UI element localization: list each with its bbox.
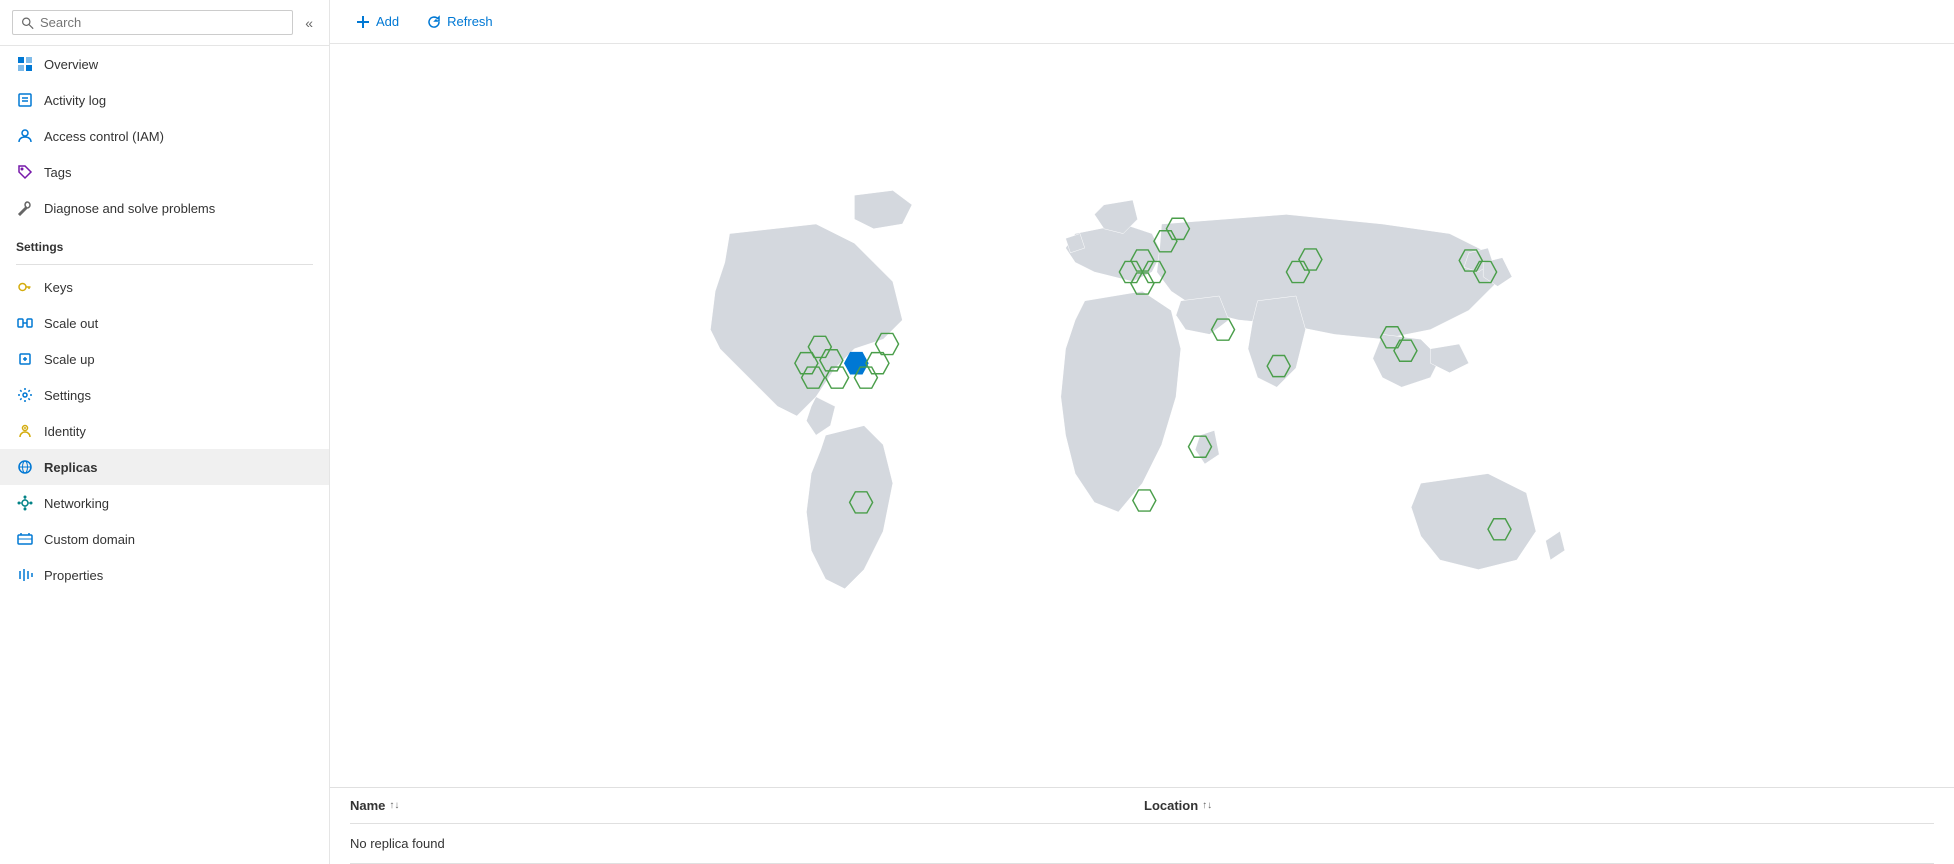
toolbar: Add Refresh (330, 0, 1954, 44)
networking-icon (16, 494, 34, 512)
col-name-label: Name (350, 798, 385, 813)
log-icon (16, 91, 34, 109)
properties-icon (16, 566, 34, 584)
sidebar-item-label: Keys (44, 280, 73, 295)
sidebar-item-tags[interactable]: Tags (0, 154, 329, 190)
map-svg (371, 176, 1914, 656)
sidebar-item-label: Settings (44, 388, 91, 403)
sidebar-item-access-control[interactable]: Access control (IAM) (0, 118, 329, 154)
search-box[interactable] (12, 10, 293, 35)
sidebar-item-label: Activity log (44, 93, 106, 108)
sidebar-item-label: Custom domain (44, 532, 135, 547)
sidebar-item-replicas[interactable]: Replicas (0, 449, 329, 485)
sidebar-item-label: Networking (44, 496, 109, 511)
sidebar-item-label: Replicas (44, 460, 97, 475)
sidebar-item-settings[interactable]: Settings (0, 377, 329, 413)
sidebar: « Overview Activity log Access control (… (0, 0, 330, 864)
name-sort-arrows: ↑↓ (389, 800, 399, 811)
iam-icon (16, 127, 34, 145)
refresh-label: Refresh (447, 14, 493, 29)
tag-icon (16, 163, 34, 181)
collapse-button[interactable]: « (301, 11, 317, 35)
sidebar-item-label: Identity (44, 424, 86, 439)
scaleout-icon (16, 314, 34, 332)
main-content: Add Refresh (330, 0, 1954, 864)
sidebar-item-label: Overview (44, 57, 98, 72)
sidebar-item-label: Properties (44, 568, 103, 583)
refresh-button[interactable]: Refresh (421, 10, 499, 33)
column-location[interactable]: Location ↑↓ (1144, 798, 1934, 813)
sidebar-item-scale-up[interactable]: Scale up (0, 341, 329, 377)
identity-icon (16, 422, 34, 440)
replicas-icon (16, 458, 34, 476)
sidebar-item-label: Scale out (44, 316, 98, 331)
sidebar-item-label: Diagnose and solve problems (44, 201, 215, 216)
sidebar-item-activity-log[interactable]: Activity log (0, 82, 329, 118)
key-icon (16, 278, 34, 296)
scaleup-icon (16, 350, 34, 368)
table-header: Name ↑↓ Location ↑↓ (350, 788, 1934, 824)
section-divider (16, 264, 313, 265)
gear-icon (16, 386, 34, 404)
sidebar-search-row: « (0, 0, 329, 46)
table-section: Name ↑↓ Location ↑↓ No replica found (330, 787, 1954, 864)
col-location-label: Location (1144, 798, 1198, 813)
sidebar-item-diagnose[interactable]: Diagnose and solve problems (0, 190, 329, 226)
sidebar-item-label: Access control (IAM) (44, 129, 164, 144)
settings-section-header: Settings (0, 226, 329, 260)
sidebar-item-custom-domain[interactable]: Custom domain (0, 521, 329, 557)
sidebar-item-label: Tags (44, 165, 71, 180)
empty-message: No replica found (350, 824, 1934, 863)
sidebar-item-scale-out[interactable]: Scale out (0, 305, 329, 341)
search-icon (21, 16, 34, 30)
sidebar-item-properties[interactable]: Properties (0, 557, 329, 593)
location-sort-arrows: ↑↓ (1202, 800, 1212, 811)
refresh-icon (427, 15, 441, 29)
add-button[interactable]: Add (350, 10, 405, 33)
sidebar-item-networking[interactable]: Networking (0, 485, 329, 521)
sidebar-item-identity[interactable]: Identity (0, 413, 329, 449)
world-map (330, 44, 1954, 787)
search-input[interactable] (40, 15, 284, 30)
sidebar-item-keys[interactable]: Keys (0, 269, 329, 305)
wrench-icon (16, 199, 34, 217)
grid-icon (16, 55, 34, 73)
domain-icon (16, 530, 34, 548)
sidebar-item-overview[interactable]: Overview (0, 46, 329, 82)
add-label: Add (376, 14, 399, 29)
column-name[interactable]: Name ↑↓ (350, 798, 1140, 813)
sidebar-item-label: Scale up (44, 352, 95, 367)
plus-icon (356, 15, 370, 29)
